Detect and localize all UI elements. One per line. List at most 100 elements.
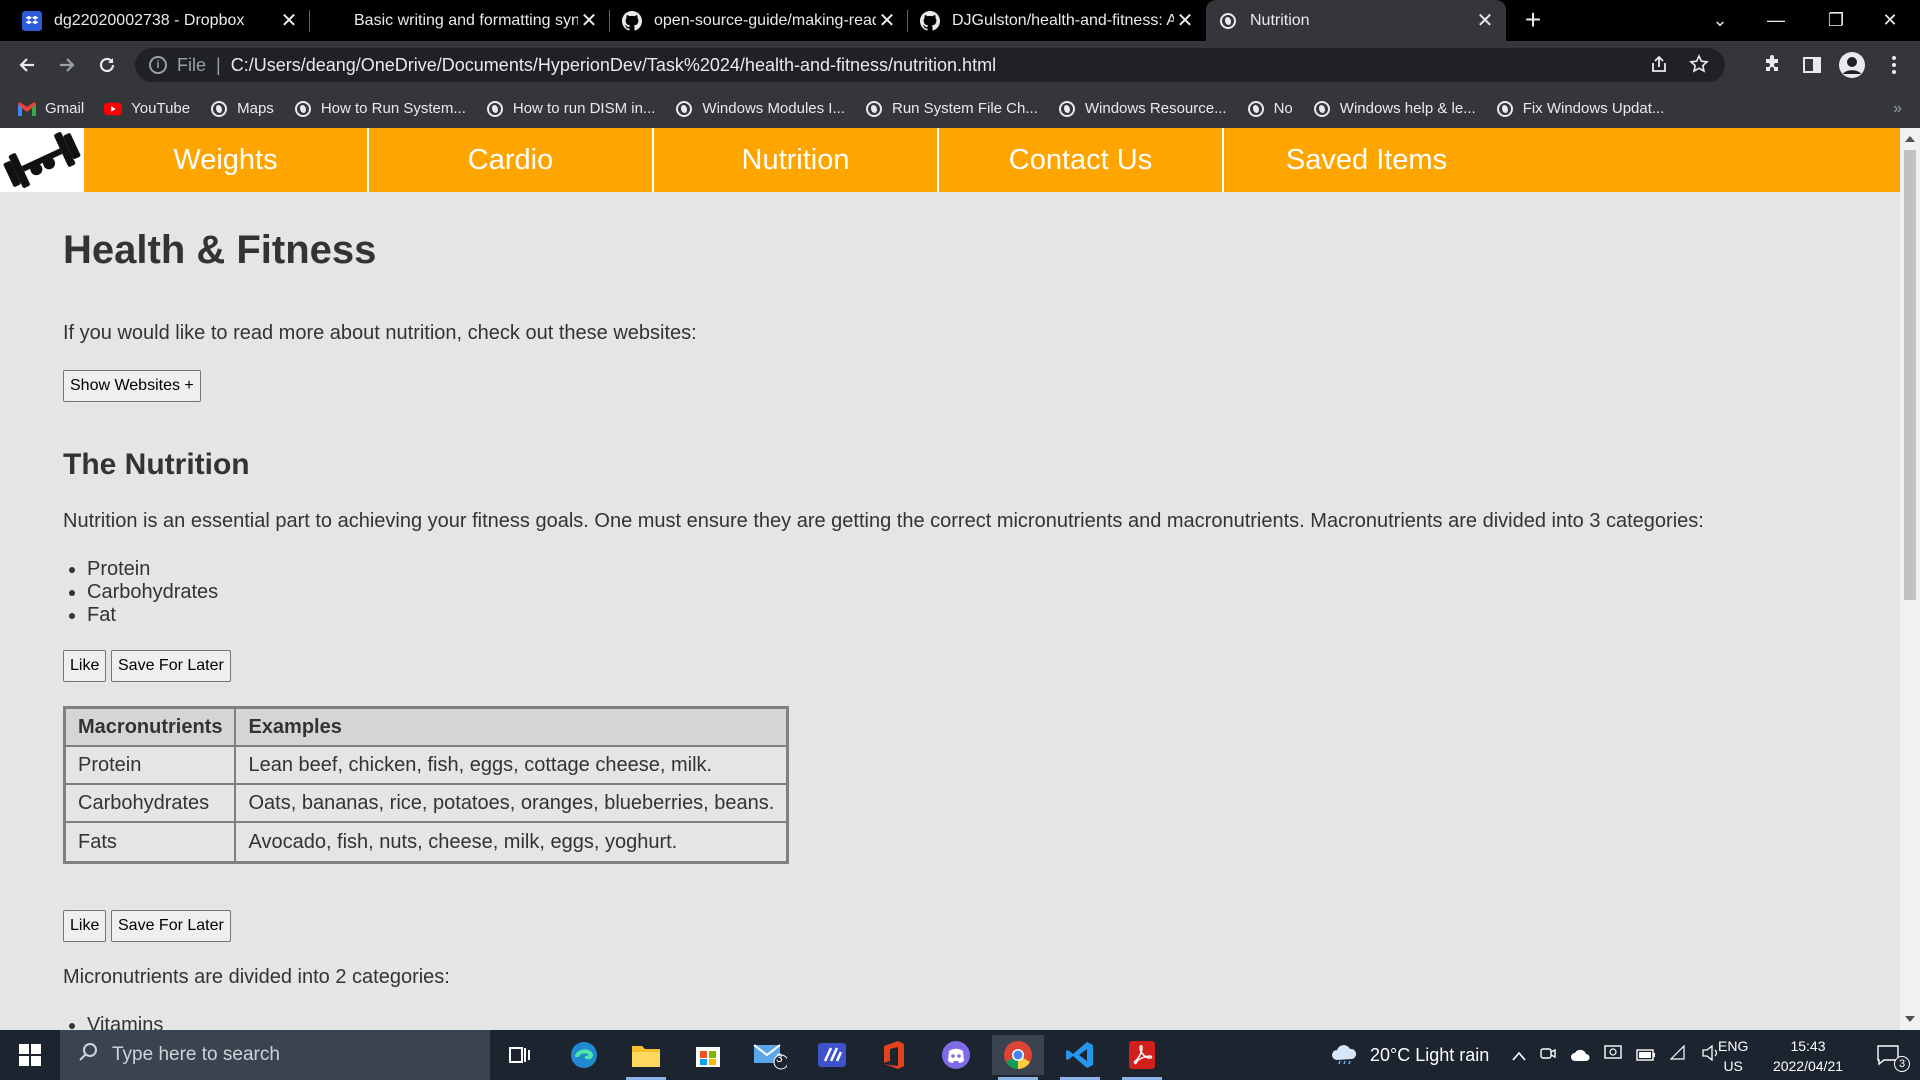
lang-top: ENG (1718, 1038, 1749, 1054)
code-editor-icon[interactable] (806, 1035, 858, 1075)
globe-icon (486, 100, 504, 118)
bookmark-windows-modules[interactable]: Windows Modules I... (675, 100, 845, 118)
table-row: Protein Lean beef, chicken, fish, eggs, … (66, 747, 787, 785)
globe-icon (1496, 100, 1514, 118)
save-for-later-button[interactable]: Save For Later (111, 650, 231, 682)
side-panel-icon[interactable] (1797, 50, 1827, 80)
nav-weights[interactable]: Weights (84, 128, 369, 192)
discord-icon[interactable] (930, 1035, 982, 1075)
nav-cardio[interactable]: Cardio (369, 128, 654, 192)
scroll-down-arrow-icon[interactable] (1905, 1016, 1915, 1022)
site-nav: Weights Cardio Nutrition Contact Us Save… (0, 128, 1900, 192)
tab-title: open-source-guide/making-read (654, 11, 876, 29)
bookmarks-overflow-icon[interactable]: » (1893, 100, 1902, 118)
mail-icon[interactable]: 3 (744, 1035, 796, 1075)
list-item: Protein (87, 558, 218, 581)
battery-icon[interactable] (1636, 1045, 1656, 1066)
back-button[interactable] (12, 50, 42, 80)
share-icon[interactable] (1649, 54, 1669, 79)
close-icon[interactable]: ✕ (1474, 8, 1496, 33)
restore-button[interactable]: ❐ (1806, 0, 1866, 41)
dropbox-icon (22, 10, 42, 31)
bookmark-star-icon[interactable] (1689, 54, 1709, 79)
address-url[interactable]: C:/Users/deang/OneDrive/Documents/Hyperi… (231, 55, 996, 76)
tab-health-and-fitness-repo[interactable]: DJGulston/health-and-fitness: A ✕ (908, 0, 1206, 41)
tab-open-source-guide[interactable]: open-source-guide/making-read ✕ (610, 0, 908, 41)
bookmark-youtube[interactable]: YouTube (104, 100, 190, 118)
nav-nutrition[interactable]: Nutrition (654, 128, 939, 192)
bookmark-system-restore[interactable]: How to Run System... (294, 100, 466, 118)
weather-widget[interactable]: 20°C Light rain (1330, 1030, 1489, 1080)
file-explorer-icon[interactable] (620, 1035, 672, 1080)
show-websites-button[interactable]: Show Websites + (63, 370, 201, 402)
extensions-icon[interactable] (1757, 50, 1787, 80)
windows-start-icon[interactable] (0, 1030, 60, 1080)
scroll-up-arrow-icon[interactable] (1905, 136, 1915, 142)
update-icon[interactable] (1604, 1044, 1622, 1066)
bookmark-gmail[interactable]: Gmail (18, 100, 84, 118)
new-tab-button[interactable]: + (1518, 6, 1548, 36)
nav-saved-items[interactable]: Saved Items (1224, 128, 1509, 192)
taskbar-clock[interactable]: 15:43 2022/04/21 (1748, 1036, 1868, 1076)
bookmark-dism[interactable]: How to run DISM in... (486, 100, 655, 118)
info-icon[interactable]: i (149, 56, 167, 74)
close-icon[interactable]: ✕ (578, 8, 600, 33)
address-scheme: File (177, 54, 207, 75)
cloud-rain-icon (1330, 1042, 1358, 1069)
tab-dropbox[interactable]: dg22020002738 - Dropbox ✕ (10, 0, 310, 41)
input-language[interactable]: ENG US (1718, 1036, 1748, 1076)
page-scrollbar[interactable] (1900, 128, 1920, 1030)
bookmark-label: Maps (237, 100, 274, 117)
bookmark-windows-resource[interactable]: Windows Resource... (1058, 100, 1227, 118)
bookmark-fix-update[interactable]: Fix Windows Updat... (1496, 100, 1664, 118)
chevron-up-icon[interactable] (1512, 1045, 1526, 1066)
like-button[interactable]: Like (63, 650, 107, 682)
acrobat-icon[interactable] (1116, 1035, 1168, 1080)
nav-contact-us[interactable]: Contact Us (939, 128, 1224, 192)
close-icon[interactable]: ✕ (1174, 8, 1196, 33)
notifications-icon[interactable]: 3 (1868, 1030, 1910, 1080)
tab-markdown[interactable]: Basic writing and formatting synt ✕ (310, 0, 610, 41)
dumbbell-logo-icon[interactable] (0, 128, 84, 192)
bookmark-no[interactable]: No (1247, 100, 1293, 118)
vscode-icon[interactable] (1054, 1035, 1106, 1080)
microsoft-store-icon[interactable] (682, 1035, 734, 1075)
mail-badge: 3 (776, 1051, 783, 1065)
bookmark-label: Run System File Ch... (891, 100, 1038, 117)
office-icon[interactable] (868, 1035, 920, 1075)
section-title: The Nutrition (63, 448, 250, 481)
taskbar-search-box[interactable]: Type here to search (60, 1030, 490, 1080)
reload-button[interactable] (92, 50, 122, 80)
forward-button[interactable] (52, 50, 82, 80)
wifi-icon[interactable] (1669, 1044, 1688, 1066)
task-view-icon[interactable] (494, 1035, 546, 1075)
minimize-button[interactable]: — (1746, 0, 1806, 41)
profile-avatar[interactable] (1837, 50, 1867, 80)
bookmark-label: Gmail (45, 100, 85, 117)
address-divider: | (216, 54, 221, 75)
lang-bottom: US (1723, 1058, 1743, 1074)
close-icon[interactable]: ✕ (876, 8, 898, 33)
meet-now-icon[interactable] (1540, 1045, 1556, 1066)
bookmark-maps[interactable]: Maps (210, 100, 274, 118)
tab-search-chevron-icon[interactable]: ⌄ (1690, 0, 1750, 41)
save-for-later-button[interactable]: Save For Later (111, 910, 231, 942)
close-icon[interactable]: ✕ (278, 8, 300, 33)
search-icon (78, 1042, 98, 1068)
macronutrients-table: Macronutrients Examples Protein Lean bee… (63, 706, 790, 864)
table-row: Fats Avocado, fish, nuts, cheese, milk, … (66, 823, 786, 861)
bookmark-sfc[interactable]: Run System File Ch... (865, 100, 1038, 118)
bookmark-windows-help[interactable]: Windows help & le... (1313, 100, 1476, 118)
menu-kebab-icon[interactable] (1879, 50, 1909, 80)
scrollbar-thumb[interactable] (1904, 150, 1916, 600)
chrome-icon[interactable] (992, 1035, 1044, 1080)
tab-nutrition[interactable]: Nutrition ✕ (1206, 0, 1506, 41)
onedrive-cloud-icon[interactable] (1570, 1045, 1590, 1066)
window-close-button[interactable]: ✕ (1860, 0, 1920, 41)
address-bar[interactable]: i File | C:/Users/deang/OneDrive/Documen… (135, 48, 1725, 82)
list-item: Carbohydrates (87, 581, 218, 604)
like-button[interactable]: Like (63, 910, 107, 942)
edge-icon[interactable] (558, 1035, 610, 1075)
bookmark-label: Windows Resource... (1084, 100, 1227, 117)
micronutrients-text: Micronutrients are divided into 2 catego… (63, 966, 450, 988)
